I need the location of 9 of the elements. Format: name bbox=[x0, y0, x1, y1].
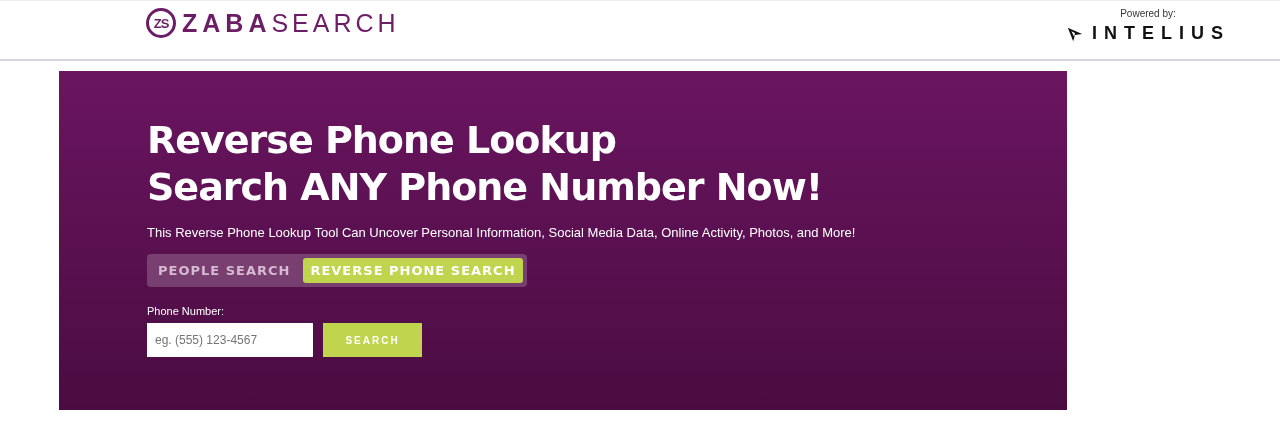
powered-by-label: Powered by: bbox=[1120, 8, 1176, 19]
hero-title: Search ANY Phone Number Now! bbox=[147, 164, 823, 211]
partner-logo-text: INTELIUS bbox=[1092, 23, 1230, 44]
field-label: Phone Number: bbox=[147, 305, 225, 317]
search-tab[interactable]: PEOPLE SEARCH bbox=[151, 258, 298, 283]
hero-title: Reverse Phone Lookup bbox=[147, 117, 616, 164]
phone-input-field[interactable]: eg. (555) 123-4567 bbox=[147, 323, 313, 357]
hero-subtitle: This Reverse Phone Lookup Tool Can Uncover Personal Information, Social Media Data, Online Activity, Photos, and More! bbox=[147, 225, 856, 240]
logo-icon: ZS bbox=[146, 8, 176, 38]
